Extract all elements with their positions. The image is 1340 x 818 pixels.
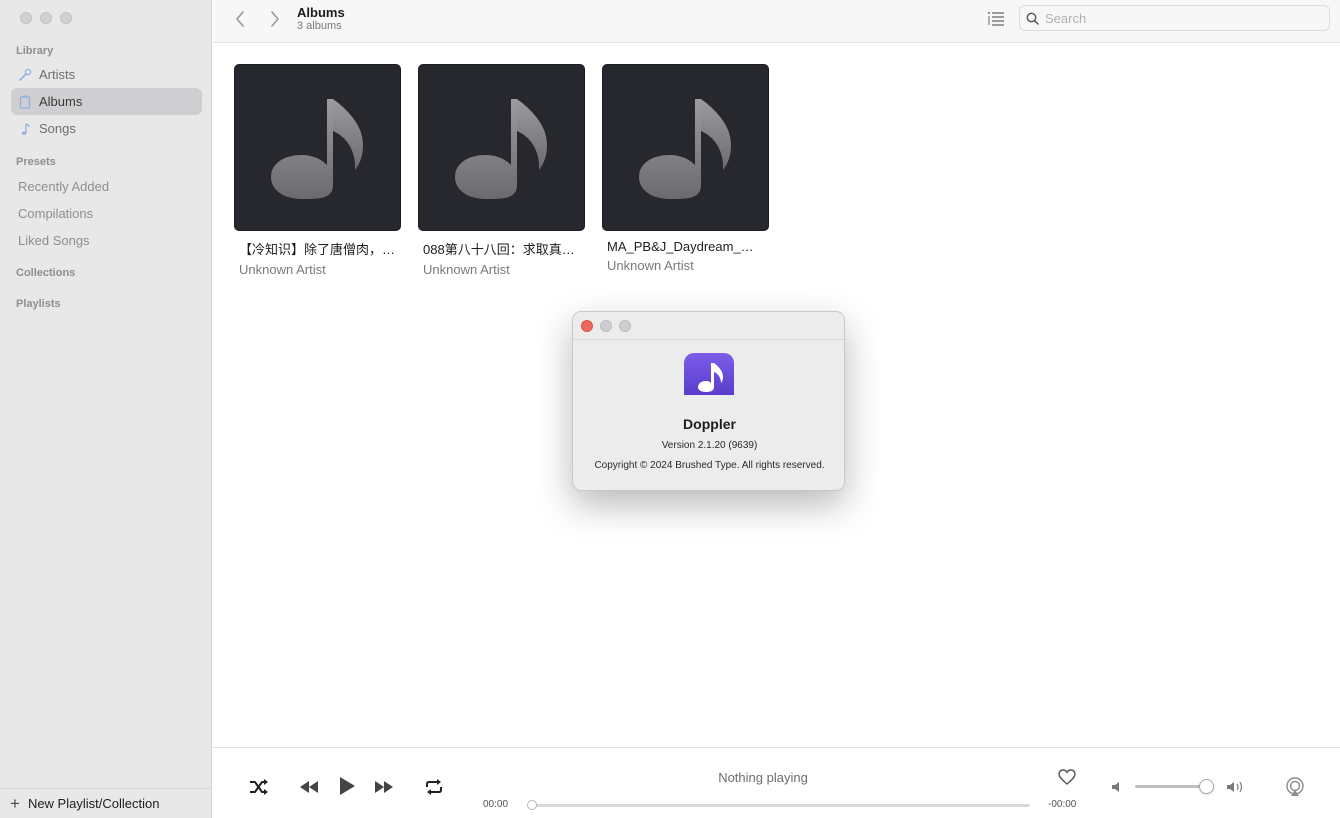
like-button[interactable] [1056, 767, 1078, 787]
dialog-close-button[interactable] [581, 319, 593, 332]
album-title: 【冷知识】除了唐僧肉，… [239, 242, 396, 257]
section-library: Library [16, 45, 54, 57]
zoom-window-button[interactable] [60, 12, 72, 24]
progress-thumb[interactable] [527, 800, 537, 810]
player-bar: Nothing playing 00:00 -00:00 [213, 747, 1340, 818]
music-note-icon [698, 363, 723, 392]
app-name: Doppler [683, 416, 736, 432]
section-presets: Presets [16, 156, 56, 168]
preset-compilations[interactable]: Compilations [18, 206, 93, 221]
music-note-icon [18, 122, 32, 136]
sidebar-item-label: Albums [39, 94, 83, 109]
progress-track[interactable] [532, 804, 1030, 807]
sidebar-item-albums[interactable]: Albums [11, 88, 202, 115]
sidebar-item-label: Songs [39, 121, 76, 136]
album-cover[interactable] [602, 64, 769, 231]
album-cover[interactable] [234, 64, 401, 231]
music-note-icon [639, 99, 731, 199]
music-note-icon [271, 99, 363, 199]
sidebar: Library Artists Albums Songs Presets Rec… [0, 0, 212, 818]
toolbar: Albums 3 albums [213, 0, 1340, 43]
album-title: 088第八十八回：求取真… [423, 242, 575, 257]
new-playlist-label: New Playlist/Collection [27, 796, 160, 811]
volume-high-icon [1225, 779, 1247, 795]
back-button[interactable] [231, 9, 251, 29]
plus-icon: + [10, 794, 20, 813]
airplay-icon [1286, 777, 1304, 796]
dialog-titlebar [573, 312, 844, 340]
now-playing-text: Nothing playing [718, 770, 808, 785]
album-artist: Unknown Artist [607, 258, 694, 273]
app-version: Version 2.1.20 (9639) [661, 440, 758, 451]
volume-low-icon [1110, 780, 1124, 794]
section-collections[interactable]: Collections [16, 267, 75, 279]
search-icon [1026, 12, 1039, 25]
section-playlists[interactable]: Playlists [16, 298, 61, 310]
preset-liked-songs[interactable]: Liked Songs [18, 233, 90, 248]
dialog-minimize-button [600, 319, 612, 332]
page-title: Albums [297, 5, 345, 20]
volume-slider-thumb[interactable] [1199, 779, 1215, 794]
sidebar-item-artists[interactable]: Artists [11, 61, 202, 88]
app-copyright: Copyright © 2024 Brushed Type. All right… [594, 460, 825, 471]
forward-button[interactable] [264, 9, 284, 29]
sidebar-item-songs[interactable]: Songs [11, 115, 202, 142]
list-view-button[interactable] [986, 9, 1006, 29]
album-cover[interactable] [418, 64, 585, 231]
microphone-icon [18, 68, 32, 82]
chevron-right-icon [271, 11, 279, 27]
music-note-icon [455, 99, 547, 199]
about-dialog: Doppler Version 2.1.20 (9639) Copyright … [572, 311, 845, 491]
search-field[interactable] [1019, 5, 1330, 31]
chevron-left-icon [236, 11, 244, 27]
album-artist: Unknown Artist [239, 262, 326, 277]
window-controls [20, 12, 72, 24]
album-count: 3 albums [297, 20, 342, 32]
album-card[interactable]: 【冷知识】除了唐僧肉，… Unknown Artist [234, 64, 401, 277]
search-input[interactable] [1045, 10, 1305, 26]
elapsed-time: 00:00 [483, 799, 509, 810]
album-title: MA_PB&J_Daydream_M… [607, 239, 764, 254]
album-card[interactable]: MA_PB&J_Daydream_M… Unknown Artist [602, 64, 769, 273]
preset-recently-added[interactable]: Recently Added [18, 179, 109, 194]
heart-icon [1058, 769, 1076, 785]
new-playlist-button[interactable]: + New Playlist/Collection [0, 788, 212, 818]
minimize-window-button[interactable] [40, 12, 52, 24]
dialog-zoom-button [619, 319, 631, 332]
list-icon [988, 12, 1004, 26]
album-icon [18, 95, 32, 109]
airplay-button[interactable] [1283, 776, 1307, 798]
album-artist: Unknown Artist [423, 262, 510, 277]
volume-track[interactable] [1135, 785, 1207, 788]
sidebar-item-label: Artists [39, 67, 76, 82]
album-card[interactable]: 088第八十八回：求取真… Unknown Artist [418, 64, 585, 277]
remaining-time: -00:00 [1048, 799, 1077, 810]
close-window-button[interactable] [20, 12, 32, 24]
app-icon [684, 353, 734, 395]
